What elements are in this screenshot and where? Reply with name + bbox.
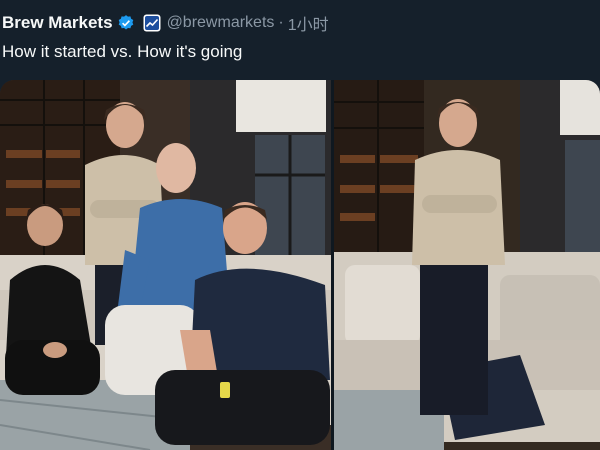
affiliate-chart-icon[interactable] — [143, 14, 161, 32]
photo-right-panel[interactable] — [334, 80, 600, 450]
tweet-text: How it started vs. How it's going — [2, 42, 243, 61]
verified-badge-icon — [117, 14, 135, 32]
panel-divider — [331, 80, 334, 450]
photo-left-panel[interactable] — [0, 80, 331, 450]
tweet-header: Brew Markets @brewmarkets · 1小时 — [0, 8, 329, 38]
author-handle[interactable]: @brewmarkets — [167, 14, 275, 32]
separator-dot: · — [278, 14, 284, 31]
tweet-media[interactable] — [0, 80, 600, 450]
author-name[interactable]: Brew Markets — [2, 13, 113, 33]
post-time[interactable]: 1小时 — [288, 11, 329, 35]
